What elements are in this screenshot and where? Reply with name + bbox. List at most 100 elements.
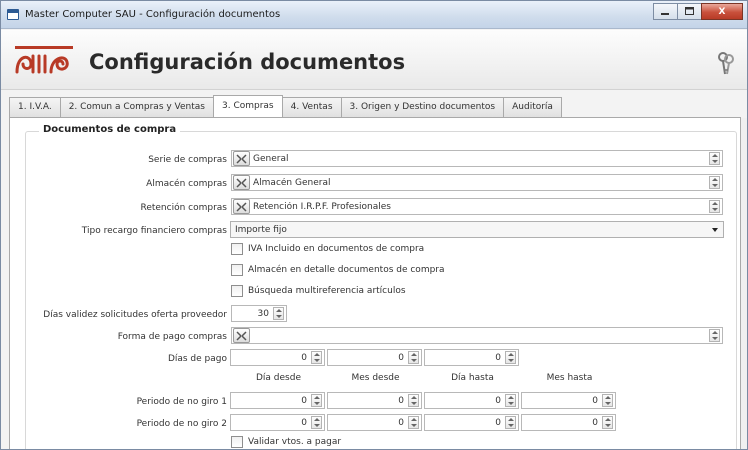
serie-field[interactable]: General: [231, 150, 723, 167]
spin-icon[interactable]: [505, 394, 516, 407]
periodo-1-dia-hasta[interactable]: 0: [424, 392, 519, 409]
retencion-value: Retención I.R.P.F. Profesionales: [253, 201, 391, 212]
number-value: 0: [398, 417, 404, 428]
forma-pago-field[interactable]: [231, 327, 723, 344]
chevron-down-icon: [712, 228, 718, 232]
tab-auditoria[interactable]: Auditoría: [503, 97, 562, 117]
checkbox-label: Búsqueda multireferencia artículos: [248, 286, 406, 296]
serie-value: General: [253, 153, 289, 164]
lookup-button[interactable]: [233, 175, 250, 190]
spin-icon[interactable]: [408, 351, 419, 364]
window-controls: X: [653, 3, 743, 20]
dias-validez-value: 30: [257, 308, 269, 319]
ornamental-logo: [15, 46, 73, 74]
dias-pago-3-input[interactable]: 0: [424, 349, 519, 366]
close-icon: X: [718, 6, 726, 17]
checkbox-box[interactable]: [231, 285, 243, 297]
periodo-2-label: Periodo de no giro 2: [136, 419, 227, 429]
tab-origen-destino[interactable]: 3. Origen y Destino documentos: [340, 97, 505, 117]
periodo-2-dia-desde[interactable]: 0: [230, 414, 325, 431]
checkbox-label: Almacén en detalle documentos de compra: [248, 265, 445, 275]
dias-validez-label: Días validez solicitudes oferta proveedo…: [43, 310, 227, 320]
number-value: 0: [495, 417, 501, 428]
forma-pago-label: Forma de pago compras: [117, 332, 227, 342]
spin-icon[interactable]: [709, 329, 720, 342]
spin-icon[interactable]: [311, 416, 322, 429]
spin-icon[interactable]: [273, 307, 284, 320]
dias-pago-label: Días de pago: [167, 354, 227, 364]
dias-pago-2-input[interactable]: 0: [327, 349, 422, 366]
tab-bar: 1. I.V.A. 2. Comun a Compras y Ventas 3.…: [9, 95, 562, 117]
dias-pago-1-input[interactable]: 0: [230, 349, 325, 366]
number-value: 0: [592, 417, 598, 428]
almacen-field[interactable]: Almacén General: [231, 174, 723, 191]
periodo-2-mes-hasta[interactable]: 0: [521, 414, 616, 431]
lookup-icon: [236, 330, 247, 341]
almacen-value: Almacén General: [253, 177, 331, 188]
spin-icon[interactable]: [709, 200, 720, 213]
number-value: 0: [495, 352, 501, 363]
application-window: Master Computer SAU - Configuración docu…: [0, 0, 748, 450]
checkbox-box[interactable]: [231, 264, 243, 276]
column-header-dia-hasta: Día hasta: [451, 373, 494, 383]
periodo-1-label: Periodo de no giro 1: [136, 397, 227, 407]
minimize-button[interactable]: [653, 3, 678, 20]
almacen-detalle-checkbox[interactable]: Almacén en detalle documentos de compra: [231, 264, 445, 276]
spin-icon[interactable]: [311, 351, 322, 364]
spin-icon[interactable]: [602, 394, 613, 407]
serie-label: Serie de compras: [148, 155, 227, 165]
dias-validez-input[interactable]: 30: [231, 305, 287, 322]
keys-icon[interactable]: [717, 52, 735, 76]
checkbox-label: Validar vtos. a pagar: [248, 437, 342, 447]
page-header: Configuración documentos: [1, 30, 747, 90]
validar-vtos-checkbox[interactable]: Validar vtos. a pagar: [231, 436, 341, 448]
lookup-icon: [236, 201, 247, 212]
section-title: Documentos de compra: [39, 124, 181, 135]
minimize-icon: [661, 12, 669, 15]
periodo-1-mes-hasta[interactable]: 0: [521, 392, 616, 409]
spin-icon[interactable]: [709, 152, 720, 165]
retencion-field[interactable]: Retención I.R.P.F. Profesionales: [231, 198, 723, 215]
spin-icon[interactable]: [408, 394, 419, 407]
column-header-dia-desde: Día desde: [256, 373, 301, 383]
iva-incluido-checkbox[interactable]: IVA Incluido en documentos de compra: [231, 243, 424, 255]
periodo-1-dia-desde[interactable]: 0: [230, 392, 325, 409]
checkbox-box[interactable]: [231, 243, 243, 255]
spin-icon[interactable]: [311, 394, 322, 407]
lookup-button[interactable]: [233, 328, 250, 343]
tab-ventas[interactable]: 4. Ventas: [281, 97, 342, 117]
close-button[interactable]: X: [701, 3, 743, 20]
tipo-recargo-select[interactable]: Importe fijo: [230, 221, 724, 238]
checkbox-label: IVA Incluido en documentos de compra: [248, 244, 425, 254]
window-edge: [741, 118, 747, 449]
column-header-mes-desde: Mes desde: [351, 373, 400, 383]
spin-icon[interactable]: [505, 416, 516, 429]
spin-icon[interactable]: [408, 416, 419, 429]
tab-compras[interactable]: 3. Compras: [213, 95, 283, 117]
title-bar[interactable]: Master Computer SAU - Configuración docu…: [1, 1, 747, 29]
spin-icon[interactable]: [505, 351, 516, 364]
lookup-button[interactable]: [233, 151, 250, 166]
periodo-2-dia-hasta[interactable]: 0: [424, 414, 519, 431]
page-title: Configuración documentos: [89, 50, 406, 74]
spin-icon[interactable]: [602, 416, 613, 429]
maximize-icon: [684, 7, 694, 15]
tab-iva[interactable]: 1. I.V.A.: [9, 97, 61, 117]
retencion-label: Retención compras: [140, 203, 227, 213]
lookup-button[interactable]: [233, 199, 250, 214]
number-value: 0: [495, 395, 501, 406]
window-title: Master Computer SAU - Configuración docu…: [25, 9, 281, 20]
periodo-1-mes-desde[interactable]: 0: [327, 392, 422, 409]
number-value: 0: [398, 352, 404, 363]
tipo-recargo-label: Tipo recargo financiero compras: [81, 226, 227, 236]
tab-comun[interactable]: 2. Comun a Compras y Ventas: [59, 97, 214, 117]
spin-icon[interactable]: [709, 176, 720, 189]
checkbox-box[interactable]: [231, 436, 243, 448]
lookup-icon: [236, 153, 247, 164]
number-value: 0: [398, 395, 404, 406]
number-value: 0: [592, 395, 598, 406]
busqueda-multireferencia-checkbox[interactable]: Búsqueda multireferencia artículos: [231, 285, 406, 297]
maximize-button[interactable]: [677, 3, 702, 20]
tipo-recargo-value: Importe fijo: [235, 224, 287, 235]
periodo-2-mes-desde[interactable]: 0: [327, 414, 422, 431]
